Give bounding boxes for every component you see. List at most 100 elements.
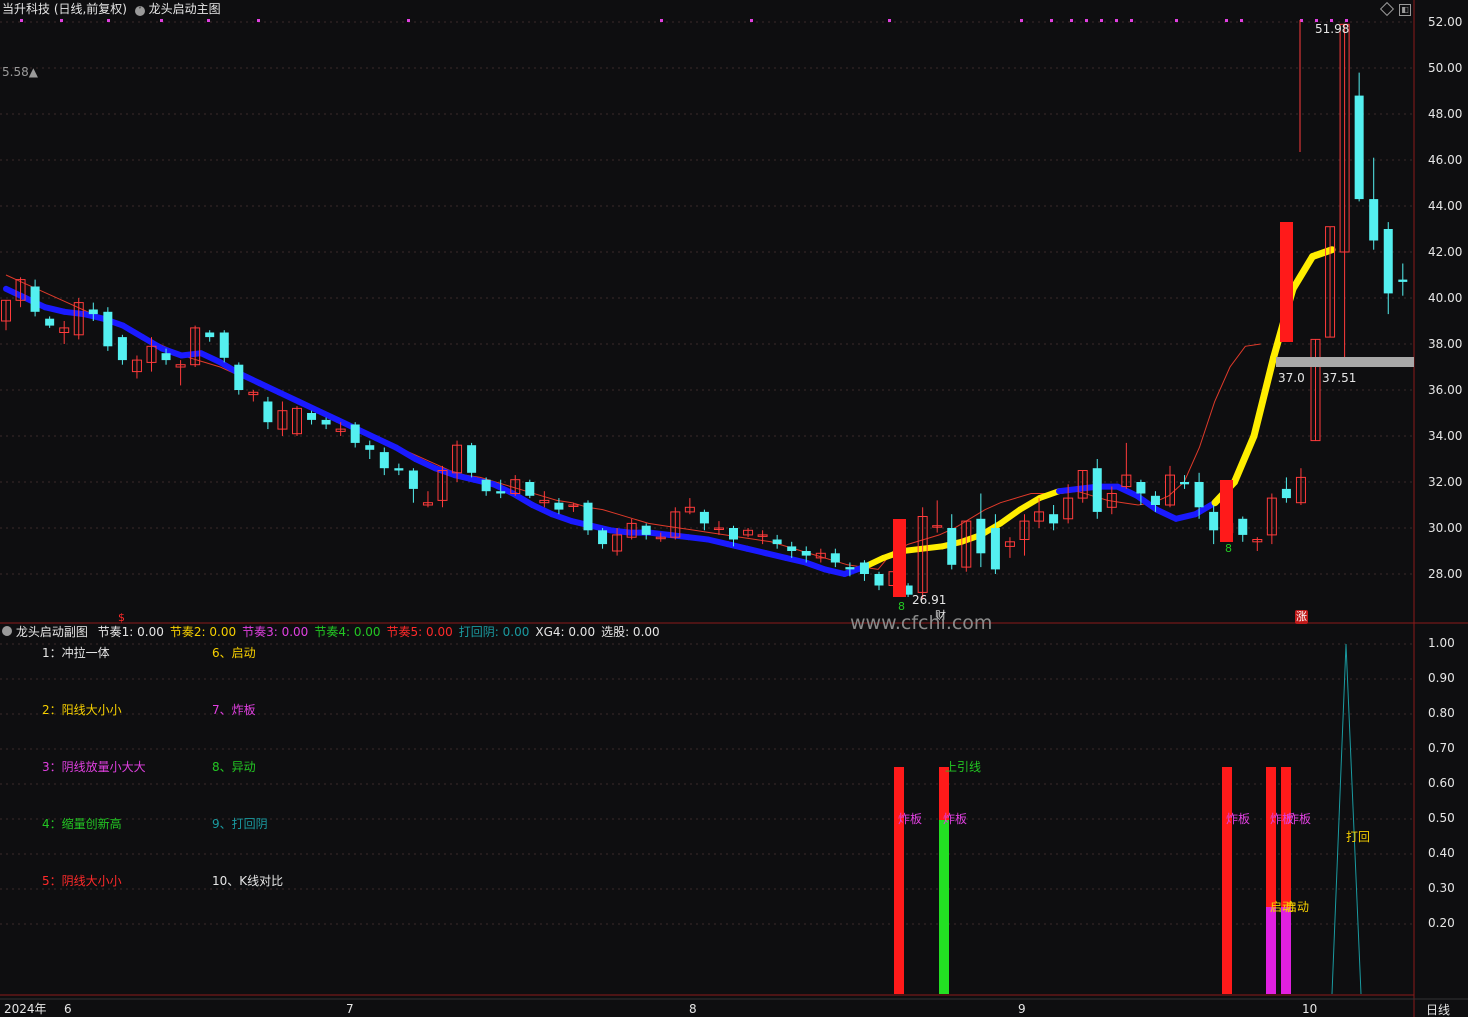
price-tick: 44.00	[1428, 199, 1463, 213]
collapse-panel-icon[interactable]: ◧	[1399, 4, 1411, 16]
price-tick: 28.00	[1428, 567, 1463, 581]
candle-body-down	[394, 468, 404, 471]
main-header: 当升科技 (日线,前复权) ˅ 龙头启动主图	[2, 1, 221, 17]
candle-body-down	[496, 491, 506, 494]
ma-band-segment	[724, 541, 750, 552]
ma-band-segment	[588, 522, 614, 534]
ma-band-segment	[412, 456, 438, 472]
candle-body-down	[1049, 514, 1059, 524]
ma-band-segment	[1114, 483, 1140, 499]
candle-body-down	[598, 530, 608, 545]
sub-header: 龙头启动副图 节奏1: 0.00 节奏2: 0.00 节奏3: 0.00 节奏4: 0…	[2, 624, 660, 640]
zhaban-label-3: 炸板	[1226, 812, 1251, 826]
price-tick: 38.00	[1428, 337, 1463, 351]
signal-dot	[1070, 19, 1073, 22]
ma-band-segment	[1036, 488, 1062, 502]
candle-body-down	[699, 511, 709, 524]
sub-indicator-value: 节奏5: 0.00	[386, 625, 453, 639]
price-tick: 42.00	[1428, 245, 1463, 259]
candle-body-down	[103, 311, 113, 347]
price-tick: 46.00	[1428, 153, 1463, 167]
candle-body-down	[307, 413, 317, 420]
ma-band-segment	[1173, 511, 1199, 522]
candle-body-down	[467, 445, 477, 473]
signal-dot	[1085, 19, 1088, 22]
candle-body-down	[874, 574, 884, 586]
ma-band-segment	[783, 554, 809, 566]
main-price-chart[interactable]	[0, 0, 1468, 1017]
period-label[interactable]: 日线	[1426, 1003, 1450, 1017]
sub-indicator-value: 节奏2: 0.00	[169, 625, 237, 639]
signal-dot	[160, 19, 163, 22]
indicator-tick: 0.60	[1428, 776, 1455, 790]
indicator-tick: 0.80	[1428, 706, 1455, 720]
candle-body-down	[801, 551, 811, 556]
candle-body-down	[1092, 468, 1102, 512]
signal-dot	[1240, 19, 1243, 22]
dollar-marker: $	[118, 611, 125, 624]
range-right-label: 37.51	[1322, 371, 1357, 385]
ma-red-line	[5, 274, 1261, 570]
ma-band-segment	[705, 536, 731, 548]
candle-body-down	[321, 419, 331, 425]
daohui-label: 打回	[1346, 830, 1371, 844]
watermark: www.cfchi.com	[850, 612, 993, 634]
date-tick: 8	[689, 1002, 697, 1016]
signal-dot	[660, 19, 663, 22]
ma-band-segment	[549, 511, 575, 525]
price-tick: 34.00	[1428, 429, 1463, 443]
ma-band-segment	[198, 350, 224, 366]
ma-band-segment	[42, 304, 68, 315]
ma-band-segment	[822, 566, 848, 577]
zhang-marker: 涨	[1295, 610, 1308, 624]
sub-indicator-value: 节奏3: 0.00	[242, 625, 309, 639]
candle-body-down	[1194, 482, 1204, 508]
candle-body-down	[1209, 511, 1219, 531]
candle-body-down	[205, 332, 215, 338]
chevron-down-icon[interactable]: ˅	[134, 6, 145, 16]
ma-band-segment	[1289, 253, 1316, 293]
indicator-tick: 0.20	[1428, 916, 1455, 930]
sub-indicator-value: 节奏4: 0.00	[314, 625, 381, 639]
date-tick: 9	[1018, 1002, 1026, 1016]
ma-band-segment	[1017, 495, 1043, 513]
sub-indicator-value: 节奏1: 0.00	[97, 625, 164, 639]
candle-body-down	[1281, 488, 1291, 499]
candle-body-down	[1398, 279, 1408, 282]
indicator-bar	[1281, 907, 1291, 994]
ma-band-segment	[1231, 432, 1258, 486]
candle-body-down	[772, 539, 782, 545]
zhaban-label-5: 炸板	[1287, 812, 1312, 826]
ma-band-segment	[1250, 354, 1277, 440]
price-tick: 30.00	[1428, 521, 1463, 535]
signal-number-8-second: 8	[1225, 542, 1232, 555]
candle-body-down	[481, 479, 491, 492]
chevron-down-icon[interactable]	[2, 626, 12, 636]
indicator-bar	[1222, 767, 1232, 994]
legend-item: 7、炸板	[212, 703, 256, 717]
candle-body-down	[976, 518, 986, 554]
candle-body-down	[88, 309, 98, 315]
candle-body-down	[729, 528, 738, 540]
legend-item: 1：冲拉一体	[42, 646, 110, 660]
candle-body-down	[1383, 229, 1393, 294]
candle-body-down	[1354, 95, 1364, 200]
candle-body-down	[263, 401, 273, 423]
signal-dot	[1020, 19, 1023, 22]
legend-item: 6、启动	[212, 646, 256, 660]
candle-body-down	[379, 452, 389, 469]
ma-band-segment	[529, 502, 555, 518]
signal-dot	[107, 19, 110, 22]
indicator-bar	[939, 820, 949, 994]
main-indicator-name[interactable]: 龙头启动主图	[149, 2, 221, 16]
indicator-tick: 0.50	[1428, 811, 1455, 825]
candle-body-down	[117, 337, 127, 361]
candle-body-down	[990, 528, 1000, 570]
candle-body-down	[365, 445, 375, 450]
signal-dot	[1130, 19, 1133, 22]
sub-indicator-name[interactable]: 龙头启动副图	[16, 625, 88, 639]
stock-title[interactable]: 当升科技 (日线,前复权)	[2, 2, 127, 16]
indicator-tick: 0.30	[1428, 881, 1455, 895]
ma-band-segment	[763, 550, 789, 561]
ma-band-segment	[256, 380, 282, 396]
